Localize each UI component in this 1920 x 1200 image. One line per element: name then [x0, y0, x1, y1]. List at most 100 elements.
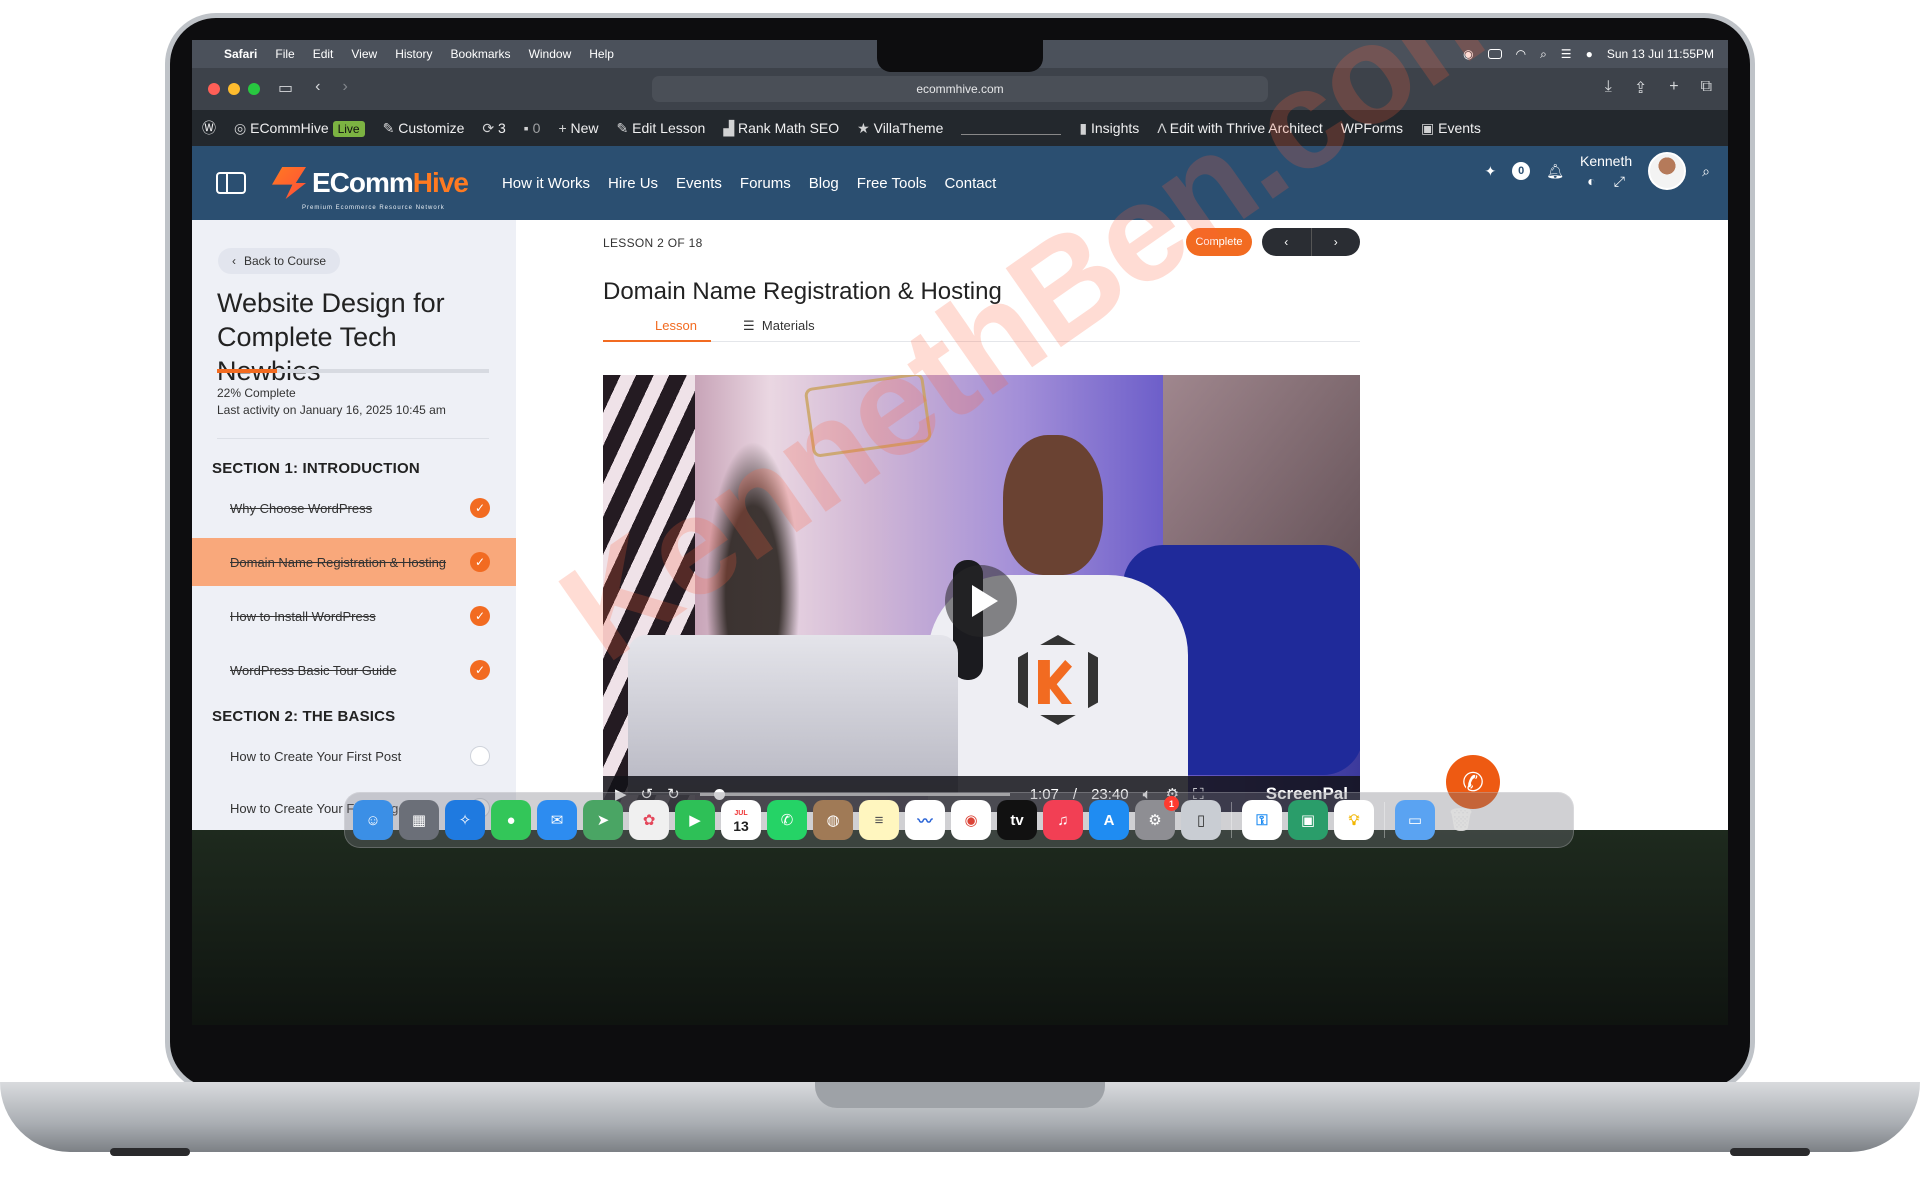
nav-events[interactable]: Events — [676, 175, 722, 192]
battery-icon[interactable] — [1487, 49, 1502, 59]
tab-materials[interactable]: ☰ Materials — [743, 318, 815, 334]
sparkle-icon[interactable]: ✦ — [1484, 163, 1496, 180]
complete-button[interactable]: Complete — [1186, 228, 1252, 256]
lesson-item-active[interactable]: Domain Name Registration & Hosting ✓ — [192, 538, 516, 586]
menu-edit[interactable]: Edit — [313, 47, 334, 61]
control-center-icon[interactable]: ☰ — [1561, 47, 1572, 61]
nav-forums[interactable]: Forums — [740, 175, 791, 192]
menu-file[interactable]: File — [275, 47, 294, 61]
facetime-icon[interactable]: ▶ — [675, 800, 715, 840]
messages-icon[interactable]: ● — [491, 800, 531, 840]
villa-theme-link[interactable]: ★ VillaTheme — [857, 120, 943, 137]
site-logo[interactable]: ECommHive Premium Ecommerce Resource Net… — [272, 167, 469, 211]
downloads-folder-icon[interactable]: ▭ — [1395, 800, 1435, 840]
notification-count[interactable]: 0 — [1512, 162, 1531, 180]
lesson-title: Domain Name Registration & Hosting — [603, 278, 1002, 305]
system-settings-icon[interactable]: ⚙ 1 — [1135, 796, 1179, 840]
nav-contact[interactable]: Contact — [945, 175, 997, 192]
events-admin-link[interactable]: ▣ Events — [1421, 120, 1481, 137]
whatsapp-icon[interactable]: ✆ — [767, 800, 807, 840]
contacts-icon[interactable]: ◍ — [813, 800, 853, 840]
play-status-icon[interactable]: ◉ — [1463, 47, 1473, 61]
safari-icon[interactable]: ✧ — [445, 800, 485, 840]
rank-math-link[interactable]: ▟ Rank Math SEO — [723, 120, 839, 137]
wordpress-logo-icon[interactable]: Ⓦ — [202, 118, 216, 138]
wpforms-link[interactable]: WPForms — [1341, 120, 1403, 136]
zoom-window-button[interactable] — [248, 83, 260, 95]
search-icon[interactable]: ⌕ — [1702, 163, 1710, 180]
lesson-item[interactable]: How to Create Your First Post — [192, 732, 516, 780]
apple-tv-icon[interactable]: tv — [997, 800, 1037, 840]
updates-link[interactable]: ⟳ 3 — [482, 120, 505, 137]
dock-separator — [1231, 802, 1232, 838]
edit-lesson-link[interactable]: ✎ Edit Lesson — [617, 120, 706, 137]
tab-overview-icon[interactable]: ⧉ — [1701, 78, 1712, 98]
tips-icon[interactable]: 💡︎ — [1334, 800, 1374, 840]
passwords-icon[interactable]: ⚿ — [1242, 800, 1282, 840]
lesson-tabs: Lesson ☰ Materials — [603, 310, 1360, 342]
calendar-icon[interactable]: JUL 13 — [721, 800, 761, 840]
nav-blog[interactable]: Blog — [809, 175, 839, 192]
search-icon[interactable]: ⌕ — [1540, 47, 1547, 62]
admin-search-input[interactable] — [961, 121, 1062, 135]
user-menu[interactable]: Kenneth ◐ ⤢ — [1580, 153, 1632, 190]
menu-bookmarks[interactable]: Bookmarks — [451, 47, 511, 61]
lesson-item[interactable]: Why Choose WordPress ✓ — [192, 484, 516, 532]
laptop-foot — [110, 1148, 190, 1156]
close-window-button[interactable] — [208, 83, 220, 95]
sidebar-toggle-icon[interactable] — [216, 172, 246, 194]
chrome-icon[interactable]: ◉ — [951, 800, 991, 840]
avatar[interactable] — [1648, 152, 1687, 190]
site-header: ECommHive Premium Ecommerce Resource Net… — [192, 146, 1728, 220]
menu-window[interactable]: Window — [529, 47, 572, 61]
back-icon[interactable]: ‹ — [315, 78, 320, 98]
nav-free-tools[interactable]: Free Tools — [857, 175, 927, 192]
comments-link[interactable]: ▪ 0 — [524, 120, 541, 136]
menu-app-name[interactable]: Safari — [224, 47, 257, 61]
finder-icon[interactable]: ☺ — [353, 800, 393, 840]
customize-link[interactable]: ✎ Customize — [383, 120, 465, 137]
share-icon[interactable]: ⇪ — [1634, 78, 1647, 98]
launchpad-icon[interactable]: ▦ — [399, 800, 439, 840]
wifi-icon[interactable]: ◠ — [1516, 47, 1526, 61]
fullscreen-icon[interactable]: ⤢ — [1614, 173, 1625, 190]
siri-icon[interactable]: ● — [1586, 47, 1593, 61]
menu-history[interactable]: History — [395, 47, 432, 61]
admin-site-link[interactable]: ◎ ECommHive Live — [234, 120, 365, 137]
customize-label: Customize — [398, 119, 465, 136]
new-content-link[interactable]: + New — [558, 120, 598, 136]
music-icon[interactable]: ♫ — [1043, 800, 1083, 840]
forward-icon[interactable]: › — [342, 78, 347, 98]
nav-how-it-works[interactable]: How it Works — [502, 175, 590, 192]
maps-icon[interactable]: ➤ — [583, 800, 623, 840]
new-tab-icon[interactable]: + — [1669, 78, 1678, 98]
next-lesson-button[interactable]: › — [1312, 228, 1361, 256]
nav-hire-us[interactable]: Hire Us — [608, 175, 658, 192]
mail-icon[interactable]: ✉ — [537, 800, 577, 840]
menu-help[interactable]: Help — [589, 47, 614, 61]
tab-lesson[interactable]: Lesson — [655, 318, 697, 333]
back-to-course-button[interactable]: ‹ Back to Course — [218, 248, 341, 274]
video-player[interactable]: ▶ ↺ ↻ 1:07 / 23:40 🔈︎ ⚙ ⛶ ScreenPal — [603, 375, 1360, 812]
play-overlay-button[interactable] — [945, 565, 1017, 637]
address-bar[interactable]: ecommhive.com — [652, 76, 1268, 102]
bell-icon[interactable]: 🔔︎ — [1546, 163, 1564, 180]
photos-icon[interactable]: ✿ — [629, 800, 669, 840]
sidebar-toggle-icon[interactable]: ▭ — [278, 78, 293, 98]
prev-lesson-button[interactable]: ‹ — [1262, 228, 1312, 256]
insights-link[interactable]: ▮ Insights — [1079, 120, 1139, 137]
lesson-item[interactable]: How to Install WordPress ✓ — [192, 592, 516, 640]
app-store-icon[interactable]: A — [1089, 800, 1129, 840]
dark-mode-icon[interactable]: ◐ — [1587, 173, 1595, 190]
iphone-mirroring-icon[interactable]: ▯ — [1181, 800, 1221, 840]
trash-icon[interactable]: 🗑︎ — [1441, 800, 1481, 840]
app-icon[interactable]: ▣ — [1288, 800, 1328, 840]
menu-view[interactable]: View — [351, 47, 377, 61]
minimize-window-button[interactable] — [228, 83, 240, 95]
clock[interactable]: Sun 13 Jul 11:55PM — [1607, 47, 1714, 61]
lesson-item[interactable]: WordPress Basic Tour Guide ✓ — [192, 646, 516, 694]
notes-icon[interactable]: ≡ — [859, 800, 899, 840]
thrive-link[interactable]: Λ Edit with Thrive Architect — [1157, 120, 1323, 136]
download-icon[interactable]: ⤓ — [1605, 78, 1612, 98]
freeform-icon[interactable]: 〰 — [905, 800, 945, 840]
